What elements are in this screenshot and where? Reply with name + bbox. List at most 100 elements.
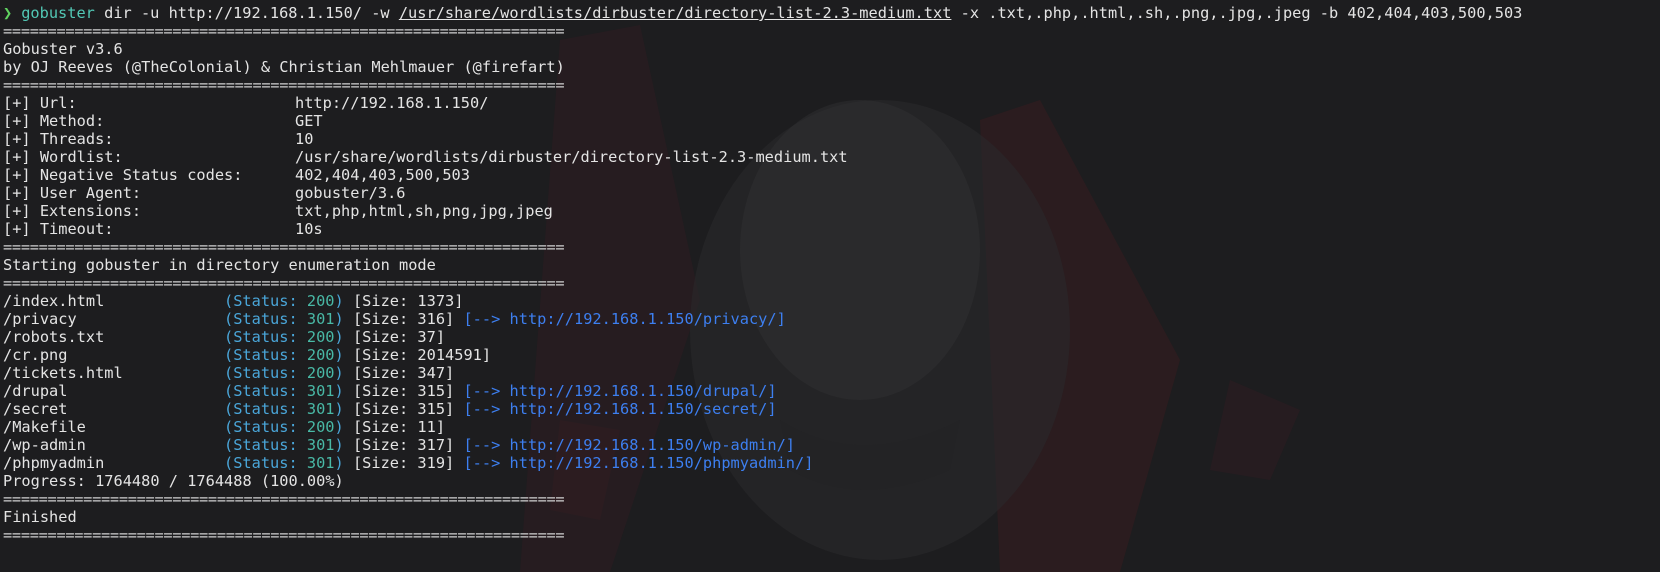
config-label: [+] Method: — [3, 112, 105, 130]
config-label: [+] User Agent: — [3, 184, 142, 202]
separator-line: ========================================… — [3, 274, 565, 292]
config-row: [+] Wordlist: /usr/share/wordlists/dirbus… — [3, 148, 1660, 166]
config-value: http://192.168.1.150/ — [295, 94, 489, 112]
config-label: [+] Wordlist: — [3, 148, 123, 166]
result-size: [Size: 1373] — [343, 292, 464, 310]
result-row: /secret (Status: 301) [Size: 315] [--> ht… — [3, 400, 1660, 418]
status-prefix: (Status: — [224, 454, 307, 472]
result-size: [Size: 2014591] — [343, 346, 492, 364]
prompt-arrow-icon: ❯ — [3, 4, 13, 22]
config-row: [+] Url: http://192.168.1.150/ — [3, 94, 1660, 112]
result-size: [Size: 319] — [343, 454, 455, 472]
result-path: /phpmyadmin — [3, 454, 105, 472]
result-row: /index.html (Status: 200) [Size: 1373] — [3, 292, 1660, 310]
result-path: /privacy — [3, 310, 77, 328]
result-path: /drupal — [3, 382, 68, 400]
config-value: 10 — [295, 130, 314, 148]
result-size: [Size: 11] — [343, 418, 446, 436]
config-label: [+] Extensions: — [3, 202, 142, 220]
redirect-link[interactable]: [--> http://192.168.1.150/drupal/] — [454, 382, 776, 400]
result-path: /cr.png — [3, 346, 68, 364]
result-row: /wp-admin (Status: 301) [Size: 317] [--> … — [3, 436, 1660, 454]
command-name: gobuster — [21, 4, 95, 22]
status-suffix: ) — [334, 310, 344, 328]
status-code: 301 — [306, 400, 335, 418]
result-row: /phpmyadmin (Status: 301) [Size: 319] [--… — [3, 454, 1660, 472]
command-args-rest: -x .txt,.php,.html,.sh,.png,.jpg,.jpeg -… — [951, 4, 1523, 22]
result-row: /robots.txt (Status: 200) [Size: 37] — [3, 328, 1660, 346]
progress-line: Progress: 1764480 / 1764488 (100.00%) — [3, 472, 344, 490]
redirect-link[interactable]: [--> http://192.168.1.150/privacy/] — [454, 310, 785, 328]
command-args: dir -u http://192.168.1.150/ -w — [94, 4, 399, 22]
status-prefix: (Status: — [224, 400, 307, 418]
result-path: /wp-admin — [3, 436, 86, 454]
config-row: [+] Extensions: txt,php,html,sh,png,jpg,j… — [3, 202, 1660, 220]
terminal-output[interactable]: ❯ gobuster dir -u http://192.168.1.150/ -… — [3, 4, 1660, 572]
config-value: gobuster/3.6 — [295, 184, 406, 202]
result-size: [Size: 315] — [343, 400, 455, 418]
result-row: /privacy (Status: 301) [Size: 316] [--> h… — [3, 310, 1660, 328]
config-value: /usr/share/wordlists/dirbuster/directory… — [295, 148, 848, 166]
status-prefix: (Status: — [224, 346, 307, 364]
status-prefix: (Status: — [224, 292, 307, 310]
config-value: txt,php,html,sh,png,jpg,jpeg — [295, 202, 553, 220]
result-row: /Makefile (Status: 200) [Size: 11] — [3, 418, 1660, 436]
banner-version: Gobuster v3.6 — [3, 40, 123, 58]
config-value: GET — [295, 112, 323, 130]
banner-authors: by OJ Reeves (@TheColonial) & Christian … — [3, 58, 565, 76]
redirect-link[interactable]: [--> http://192.168.1.150/wp-admin/] — [454, 436, 795, 454]
start-message: Starting gobuster in directory enumerati… — [3, 256, 436, 274]
config-value: 402,404,403,500,503 — [295, 166, 470, 184]
config-label: [+] Timeout: — [3, 220, 114, 238]
config-label: [+] Url: — [3, 94, 77, 112]
status-code: 200 — [306, 346, 335, 364]
status-prefix: (Status: — [224, 310, 307, 328]
status-code: 200 — [306, 364, 335, 382]
status-prefix: (Status: — [224, 382, 307, 400]
status-suffix: ) — [334, 418, 344, 436]
wordlist-path-arg[interactable]: /usr/share/wordlists/dirbuster/directory… — [399, 4, 952, 22]
status-suffix: ) — [334, 436, 344, 454]
result-path: /secret — [3, 400, 68, 418]
config-block: [+] Url: http://192.168.1.150/ [+] Method:… — [3, 94, 1660, 238]
redirect-link[interactable]: [--> http://192.168.1.150/phpmyadmin/] — [454, 454, 813, 472]
status-suffix: ) — [334, 382, 344, 400]
result-row: /drupal (Status: 301) [Size: 315] [--> ht… — [3, 382, 1660, 400]
status-prefix: (Status: — [224, 418, 307, 436]
status-code: 200 — [306, 418, 335, 436]
config-value: 10s — [295, 220, 323, 238]
separator-line: ========================================… — [3, 76, 565, 94]
status-suffix: ) — [334, 364, 344, 382]
separator-line: ========================================… — [3, 490, 565, 508]
result-row: /cr.png (Status: 200) [Size: 2014591] — [3, 346, 1660, 364]
result-path: /Makefile — [3, 418, 86, 436]
result-path: /tickets.html — [3, 364, 123, 382]
result-size: [Size: 316] — [343, 310, 455, 328]
result-row: /tickets.html (Status: 200) [Size: 347] — [3, 364, 1660, 382]
status-code: 301 — [306, 310, 335, 328]
result-path: /index.html — [3, 292, 105, 310]
results-block: /index.html (Status: 200) [Size: 1373]/pr… — [3, 292, 1660, 472]
result-size: [Size: 347] — [343, 364, 455, 382]
status-code: 301 — [306, 436, 335, 454]
config-row: [+] Negative Status codes: 402,404,403,50… — [3, 166, 1660, 184]
separator-line: ========================================… — [3, 238, 565, 256]
result-size: [Size: 317] — [343, 436, 455, 454]
config-row: [+] Timeout: 10s — [3, 220, 1660, 238]
result-path: /robots.txt — [3, 328, 105, 346]
result-size: [Size: 37] — [343, 328, 446, 346]
command-line: ❯ gobuster dir -u http://192.168.1.150/ -… — [3, 4, 1660, 22]
status-code: 200 — [306, 328, 335, 346]
config-row: [+] Threads: 10 — [3, 130, 1660, 148]
result-size: [Size: 315] — [343, 382, 455, 400]
status-suffix: ) — [334, 346, 344, 364]
status-prefix: (Status: — [224, 328, 307, 346]
config-row: [+] User Agent: gobuster/3.6 — [3, 184, 1660, 202]
status-code: 200 — [306, 292, 335, 310]
separator-line: ========================================… — [3, 22, 565, 40]
status-code: 301 — [306, 454, 335, 472]
status-prefix: (Status: — [224, 364, 307, 382]
config-label: [+] Threads: — [3, 130, 114, 148]
redirect-link[interactable]: [--> http://192.168.1.150/secret/] — [454, 400, 776, 418]
status-prefix: (Status: — [224, 436, 307, 454]
